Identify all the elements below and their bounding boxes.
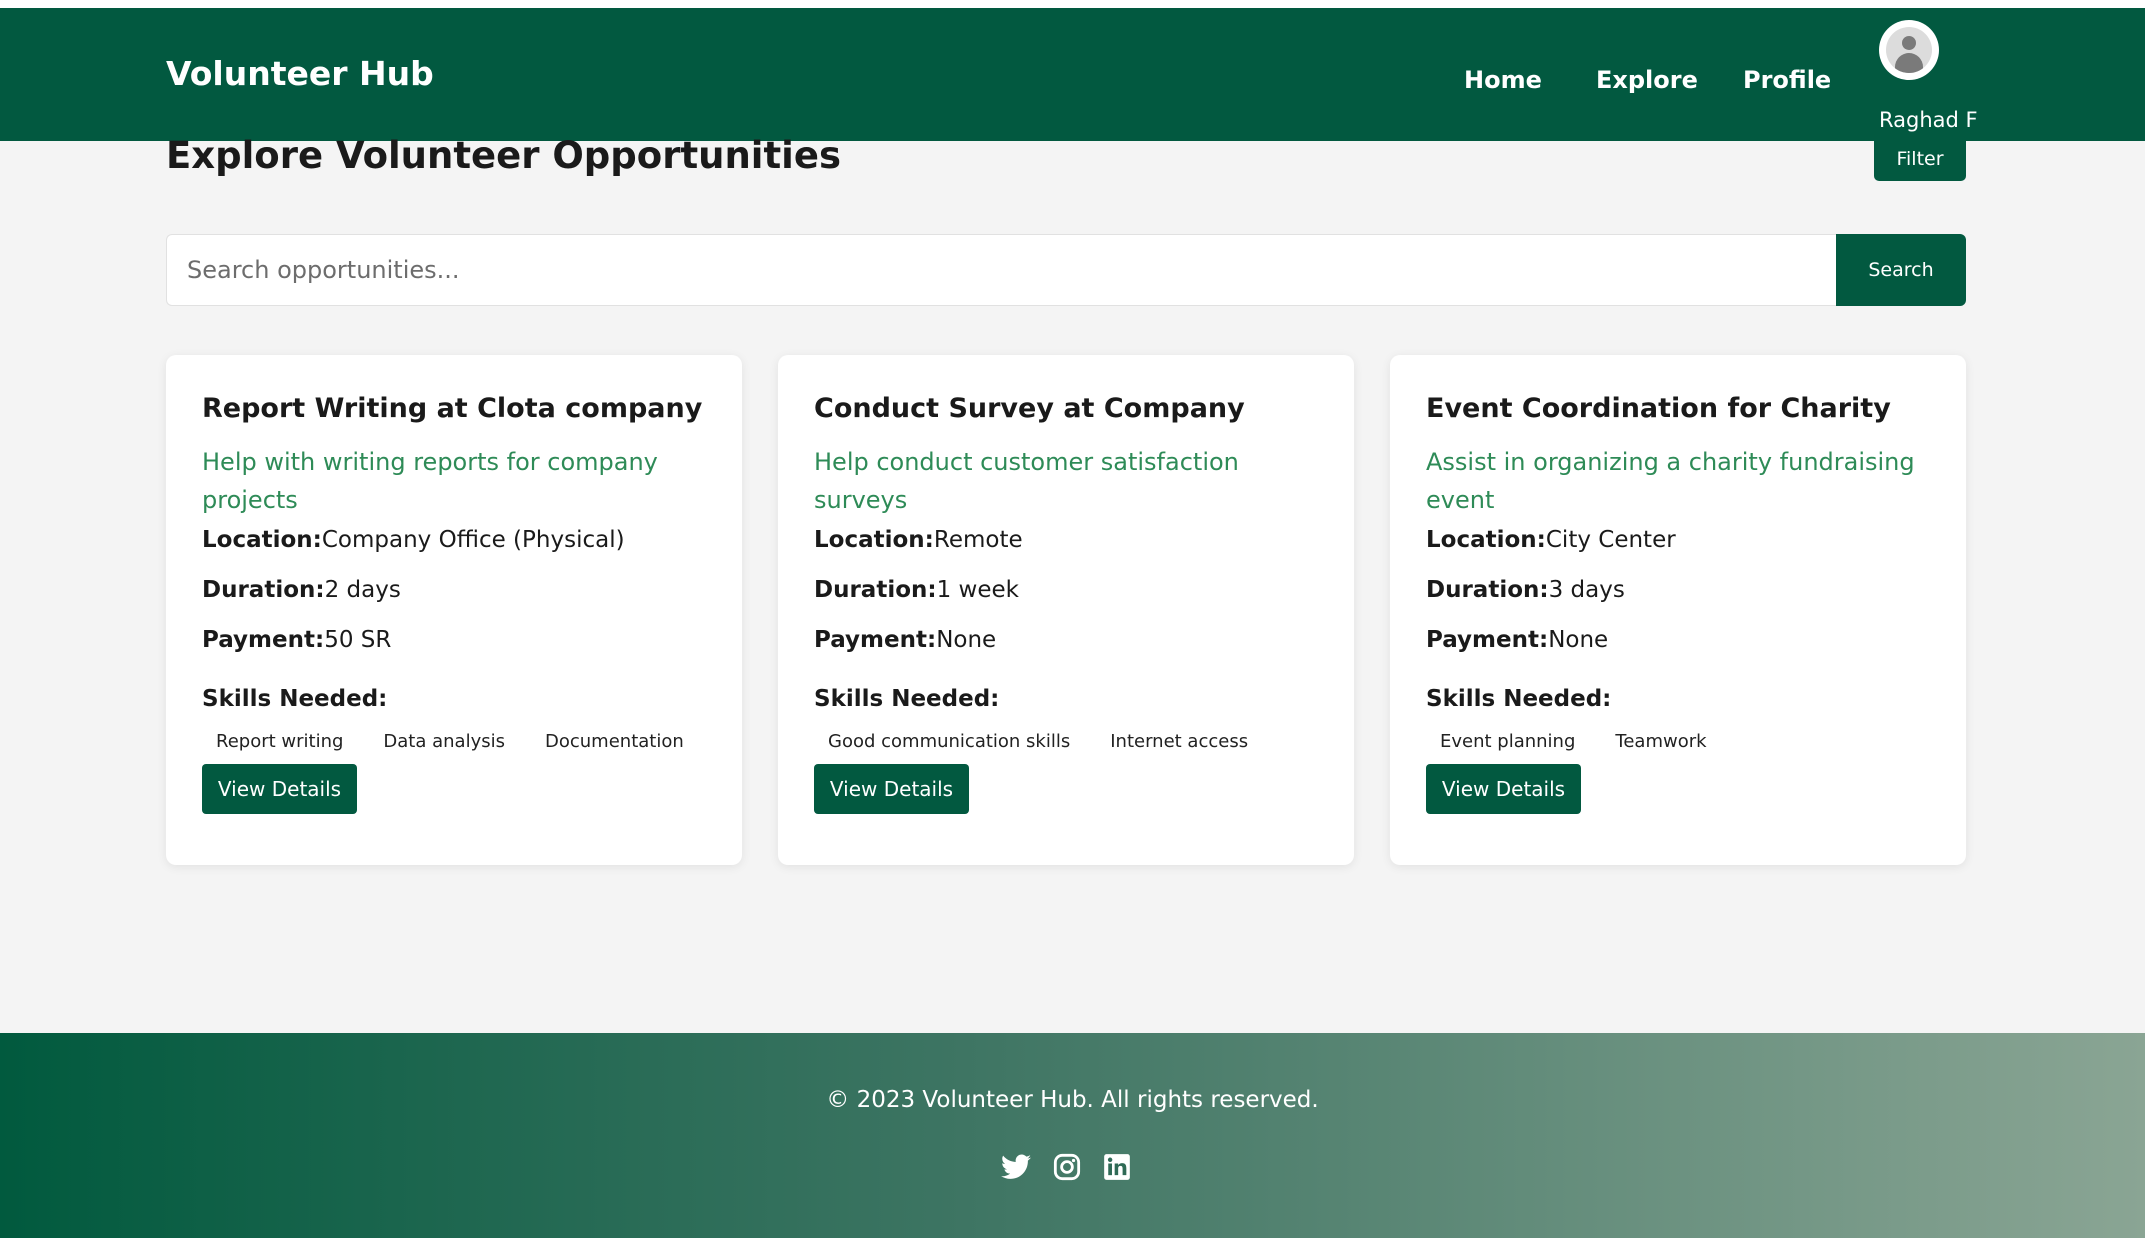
- top-navbar: Volunteer Hub Home Explore Profile Ragha…: [0, 8, 2145, 141]
- skill-tag: Report writing: [216, 731, 344, 753]
- opportunity-description: Help conduct customer satisfaction surve…: [814, 448, 1239, 515]
- nav-link-profile[interactable]: Profile: [1743, 66, 1831, 94]
- opportunity-payment: Payment:None: [1426, 615, 1930, 665]
- opportunity-duration: Duration:1 week: [814, 565, 1318, 615]
- view-details-button[interactable]: View Details: [202, 764, 357, 815]
- skills-list: Good communication skills Internet acces…: [814, 725, 1318, 758]
- duration-label: Duration:: [1426, 577, 1549, 604]
- search-button[interactable]: Search: [1836, 234, 1966, 306]
- opportunity-description: Help with writing reports for company pr…: [202, 448, 658, 515]
- duration-label: Duration:: [814, 577, 937, 604]
- opportunity-location: Location:Company Office (Physical): [202, 521, 706, 559]
- location-value: Remote: [933, 527, 1023, 554]
- opportunity-duration: Duration:2 days: [202, 565, 706, 615]
- filter-button[interactable]: Filter: [1874, 137, 1966, 181]
- skill-tag: Documentation: [545, 731, 684, 753]
- payment-label: Payment:: [1426, 627, 1549, 654]
- payment-value: 50 SR: [324, 627, 392, 654]
- location-label: Location:: [202, 527, 322, 554]
- opportunity-payment: Payment:None: [814, 615, 1318, 665]
- user-icon: [1886, 27, 1932, 73]
- duration-value: 1 week: [936, 577, 1019, 604]
- opportunity-card: Event Coordination for Charity Assist in…: [1390, 355, 1966, 865]
- skills-needed-heading: Skills Needed:: [202, 686, 388, 713]
- opportunity-title: Conduct Survey at Company: [814, 393, 1245, 424]
- skills-needed-heading: Skills Needed:: [1426, 686, 1612, 713]
- user-name: Raghad F: [1879, 108, 1978, 132]
- nav-link-home[interactable]: Home: [1464, 66, 1542, 94]
- payment-label: Payment:: [814, 627, 937, 654]
- linkedin-icon[interactable]: [1100, 1150, 1134, 1184]
- user-avatar[interactable]: [1879, 20, 1939, 80]
- duration-value: 3 days: [1548, 577, 1625, 604]
- instagram-icon[interactable]: [1050, 1150, 1084, 1184]
- opportunity-payment: Payment:50 SR: [202, 615, 706, 665]
- view-details-button[interactable]: View Details: [1426, 764, 1581, 815]
- duration-value: 2 days: [324, 577, 401, 604]
- location-label: Location:: [814, 527, 934, 554]
- opportunity-duration: Duration:3 days: [1426, 565, 1930, 615]
- location-label: Location:: [1426, 527, 1546, 554]
- skill-tag: Good communication skills: [828, 731, 1071, 753]
- skills-list: Report writing Data analysis Documentati…: [202, 725, 706, 758]
- brand-logo-text[interactable]: Volunteer Hub: [166, 54, 434, 93]
- skill-tag: Data analysis: [383, 731, 505, 753]
- opportunity-title: Event Coordination for Charity: [1426, 393, 1891, 424]
- location-value: City Center: [1545, 527, 1676, 554]
- opportunity-description: Assist in organizing a charity fundraisi…: [1426, 448, 1915, 515]
- twitter-icon[interactable]: [999, 1150, 1033, 1184]
- skill-tag: Event planning: [1440, 731, 1576, 753]
- footer-copyright: © 2023 Volunteer Hub. All rights reserve…: [826, 1087, 1319, 1113]
- skill-tag: Teamwork: [1615, 731, 1707, 753]
- view-details-button[interactable]: View Details: [814, 764, 969, 815]
- payment-label: Payment:: [202, 627, 325, 654]
- skills-list: Event planning Teamwork: [1426, 725, 1930, 758]
- opportunity-card: Report Writing at Clota company Help wit…: [166, 355, 742, 865]
- location-value: Company Office (Physical): [321, 527, 625, 554]
- skills-needed-heading: Skills Needed:: [814, 686, 1000, 713]
- opportunity-location: Location:City Center: [1426, 521, 1930, 559]
- skill-tag: Internet access: [1110, 731, 1249, 753]
- nav-link-explore[interactable]: Explore: [1596, 66, 1698, 94]
- opportunity-title: Report Writing at Clota company: [202, 393, 703, 424]
- page-footer: [0, 1033, 2145, 1238]
- opportunity-location: Location:Remote: [814, 521, 1318, 559]
- duration-label: Duration:: [202, 577, 325, 604]
- opportunity-card: Conduct Survey at Company Help conduct c…: [778, 355, 1354, 865]
- page-title: Explore Volunteer Opportunities: [166, 134, 841, 177]
- search-input[interactable]: [166, 234, 1836, 306]
- payment-value: None: [936, 627, 997, 654]
- payment-value: None: [1548, 627, 1609, 654]
